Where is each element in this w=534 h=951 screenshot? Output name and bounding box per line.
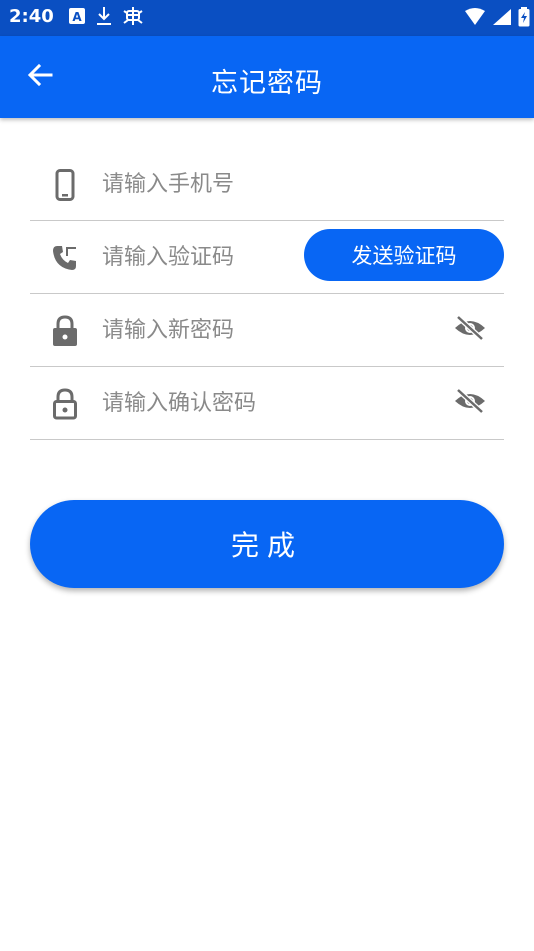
status-notification-icons: A <box>68 5 144 31</box>
forgot-password-form: 发送验证码 <box>30 148 504 440</box>
submit-button[interactable]: 完成 <box>30 500 504 588</box>
status-system-icons <box>464 7 530 31</box>
status-bar: 2:40 A <box>0 0 534 36</box>
toggle-confirm-password-visibility[interactable] <box>452 387 488 419</box>
phone-call-icon <box>50 241 80 275</box>
send-code-button[interactable]: 发送验证码 <box>304 229 504 281</box>
confirm-password-input[interactable] <box>102 385 362 421</box>
keyboard-a-icon: A <box>68 7 86 29</box>
phone-field <box>30 148 504 221</box>
lock-outline-icon <box>50 387 80 421</box>
svg-text:A: A <box>72 10 82 24</box>
phone-icon <box>50 168 80 202</box>
signal-icon <box>492 8 512 30</box>
code-field: 发送验证码 <box>30 221 504 294</box>
status-time: 2:40 <box>9 6 54 27</box>
phone-input[interactable] <box>102 166 362 202</box>
eye-off-icon <box>453 387 487 419</box>
battery-icon <box>518 7 530 31</box>
new-password-field <box>30 294 504 367</box>
new-password-input[interactable] <box>102 312 362 348</box>
page-title: 忘记密码 <box>211 68 323 99</box>
confirm-password-field <box>30 367 504 440</box>
bug-icon <box>122 5 144 31</box>
eye-off-icon <box>453 314 487 346</box>
wifi-icon <box>464 8 486 30</box>
toggle-new-password-visibility[interactable] <box>452 314 488 346</box>
lock-filled-icon <box>50 314 80 348</box>
download-icon <box>96 6 112 30</box>
app-bar: 忘记密码 <box>0 36 534 118</box>
